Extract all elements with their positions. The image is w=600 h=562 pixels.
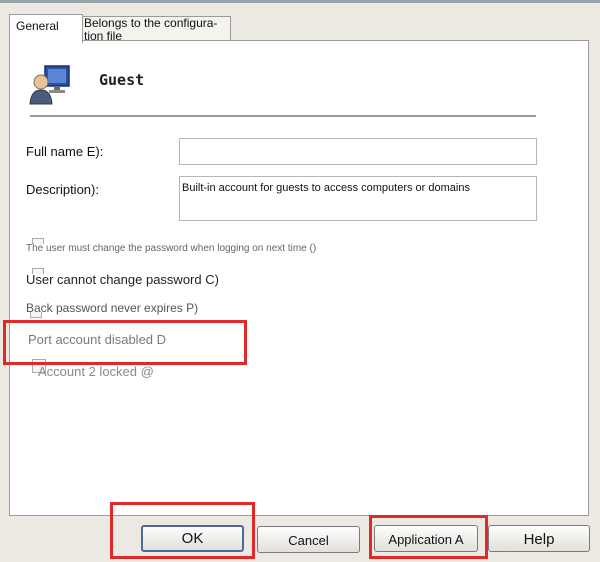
cancel-button[interactable]: Cancel	[257, 526, 360, 553]
account-locked-label: Account 2 locked @	[38, 364, 154, 379]
full-name-field[interactable]	[179, 138, 537, 165]
header-divider	[30, 115, 536, 117]
tab-config-file[interactable]: Belongs to the configura- tion file	[81, 16, 231, 43]
window-top-border	[0, 0, 600, 3]
highlight-apply-button	[369, 515, 488, 559]
description-label: Description):	[26, 182, 99, 197]
tab-general-label: General	[16, 19, 59, 33]
account-name: Guest	[99, 71, 145, 89]
password-never-expires-checkbox[interactable]	[30, 312, 42, 318]
tab-general[interactable]: General	[9, 14, 83, 43]
user-account-icon	[29, 65, 70, 105]
cannot-change-password-label: User cannot change password C)	[26, 272, 219, 287]
highlight-ok-button	[110, 502, 255, 559]
help-button[interactable]: Help	[488, 525, 590, 552]
password-never-expires-label: Back password never expires P)	[26, 301, 199, 315]
description-field[interactable]: Built-in account for guests to access co…	[179, 176, 537, 221]
full-name-label: Full name E):	[26, 144, 104, 159]
highlight-account-disabled	[3, 320, 247, 365]
must-change-password-label: The user must change the password when l…	[26, 243, 317, 254]
